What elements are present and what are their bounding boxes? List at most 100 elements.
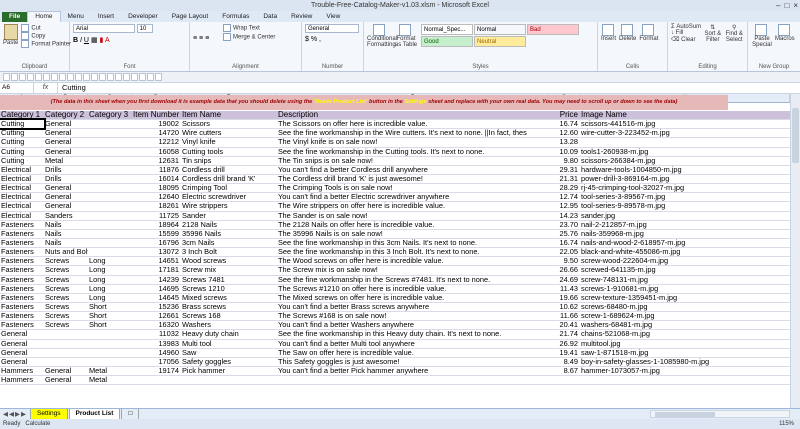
italic-icon[interactable]: I — [80, 37, 82, 44]
wrap-text-button[interactable]: Wrap Text — [223, 24, 298, 32]
merge-center-button[interactable]: Merge & Center — [223, 33, 298, 41]
cell[interactable]: You can't find a better Brass screws any… — [277, 303, 549, 311]
cell[interactable]: scissors-441516-m.jpg — [580, 120, 790, 128]
cell[interactable]: This Safety goggles is just awesome! — [277, 358, 549, 366]
bold-icon[interactable]: B — [73, 37, 78, 44]
cell[interactable]: Crimping Tool — [181, 184, 277, 192]
cut-button[interactable]: Cut — [21, 24, 71, 32]
cell[interactable]: Fasteners — [0, 221, 44, 229]
cell[interactable] — [88, 330, 132, 338]
cell[interactable]: sander.jpg — [580, 212, 790, 220]
cell[interactable]: 9.50 — [549, 257, 580, 265]
cell[interactable]: 19002 — [132, 120, 181, 128]
status-calculate[interactable]: Calculate — [25, 419, 50, 429]
cell[interactable]: 21.74 — [549, 330, 580, 338]
cell[interactable]: See the fine workmanship in the Wire cut… — [277, 129, 549, 137]
tab-menu[interactable]: Menu — [61, 12, 91, 22]
close-icon[interactable]: × — [793, 0, 798, 11]
style-good[interactable]: Good — [421, 36, 473, 47]
cell[interactable]: 19174 — [132, 367, 181, 375]
cell[interactable]: General — [0, 340, 44, 348]
cell[interactable]: Metal — [44, 157, 88, 165]
cell[interactable]: 8.49 — [549, 358, 580, 366]
cell[interactable]: See the fine workmanship in this 3 Inch … — [277, 248, 549, 256]
cell[interactable]: Nails — [44, 221, 88, 229]
cell[interactable]: Scissors — [181, 120, 277, 128]
cell[interactable]: 11725 — [132, 212, 181, 220]
cell[interactable]: 3 Inch Bolt — [181, 248, 277, 256]
cell[interactable] — [549, 376, 580, 384]
cell[interactable]: Screws — [44, 321, 88, 329]
cell[interactable]: The Tin snips is on sale now! — [277, 157, 549, 165]
cell[interactable]: See the fine workmanship in the Cutting … — [277, 148, 549, 156]
cell[interactable] — [88, 212, 132, 220]
cell[interactable]: Long — [88, 257, 132, 265]
cell[interactable]: Fasteners — [0, 321, 44, 329]
vertical-scrollbar[interactable] — [790, 94, 800, 408]
cell[interactable]: 13983 — [132, 340, 181, 348]
cell[interactable] — [88, 193, 132, 201]
cell[interactable]: 12661 — [132, 312, 181, 320]
cell[interactable]: 11.43 — [549, 285, 580, 293]
cell[interactable]: 26.92 — [549, 340, 580, 348]
cell[interactable]: Cutting — [0, 148, 44, 156]
cell[interactable]: 19.66 — [549, 294, 580, 302]
cell[interactable]: 17056 — [132, 358, 181, 366]
cell[interactable]: tools1-260938-m.jpg — [580, 148, 790, 156]
cell[interactable]: Screws 1210 — [181, 285, 277, 293]
cell[interactable]: nails-359968-m.jpg — [580, 230, 790, 238]
cell[interactable]: hardware-tools-1004850-m.jpg — [580, 166, 790, 174]
toolbar-icon[interactable] — [3, 73, 10, 81]
cell[interactable]: Fasteners — [0, 276, 44, 284]
cell[interactable] — [88, 248, 132, 256]
cell[interactable] — [88, 175, 132, 183]
cell[interactable]: Long — [88, 285, 132, 293]
cell[interactable]: Sanders — [44, 212, 88, 220]
cell[interactable]: Fasteners — [0, 303, 44, 311]
cell[interactable]: Sander — [181, 212, 277, 220]
cell[interactable]: Metal — [88, 376, 132, 384]
cell[interactable]: 14695 — [132, 285, 181, 293]
cell[interactable] — [580, 376, 790, 384]
cell[interactable]: Screws 168 — [181, 312, 277, 320]
cell[interactable]: The Scissors on offer here is incredible… — [277, 120, 549, 128]
cell[interactable] — [88, 166, 132, 174]
cell[interactable]: Tin snips — [181, 157, 277, 165]
macros-button[interactable]: Macros — [775, 24, 795, 69]
cell[interactable]: The Screw mix is on sale now! — [277, 266, 549, 274]
cell[interactable]: The 35996 Nails is on sale now! — [277, 230, 549, 238]
cell[interactable]: 3cm Nails — [181, 239, 277, 247]
tab-insert[interactable]: Insert — [91, 12, 121, 22]
cell[interactable]: General — [0, 358, 44, 366]
cell[interactable]: Screws — [44, 266, 88, 274]
cell[interactable] — [580, 138, 790, 146]
new-sheet-icon[interactable]: □ — [121, 408, 140, 420]
cell[interactable]: Fasteners — [0, 266, 44, 274]
cell[interactable]: 11876 — [132, 166, 181, 174]
toolbar-icon[interactable] — [11, 73, 18, 81]
cell[interactable] — [277, 376, 549, 384]
insert-cells-button[interactable]: Insert — [601, 24, 616, 69]
cell[interactable]: 2128 Nails — [181, 221, 277, 229]
cell[interactable]: Short — [88, 303, 132, 311]
cell[interactable]: General — [44, 202, 88, 210]
cell[interactable] — [88, 230, 132, 238]
toolbar-icon[interactable] — [91, 73, 98, 81]
cell[interactable]: 13.28 — [549, 138, 580, 146]
cell[interactable]: The 2128 Nails on offer here is incredib… — [277, 221, 549, 229]
cell[interactable]: 29.31 — [549, 166, 580, 174]
cell[interactable]: Fasteners — [0, 294, 44, 302]
cell[interactable]: Fasteners — [0, 312, 44, 320]
cell[interactable] — [44, 330, 88, 338]
font-name-select[interactable]: Arial — [73, 24, 135, 33]
cell[interactable]: 20.41 — [549, 321, 580, 329]
cell[interactable]: 15236 — [132, 303, 181, 311]
cell[interactable]: screw-wood-222604-m.jpg — [580, 257, 790, 265]
toolbar-icon[interactable] — [139, 73, 146, 81]
cell[interactable]: 12.60 — [549, 129, 580, 137]
style-normal-spec[interactable]: Normal_Spec... — [421, 24, 473, 35]
cell[interactable]: screwed-641135-m.jpg — [580, 266, 790, 274]
toolbar-icon[interactable] — [147, 73, 154, 81]
delete-cells-button[interactable]: Delete — [619, 24, 636, 69]
toolbar-icon[interactable] — [83, 73, 90, 81]
